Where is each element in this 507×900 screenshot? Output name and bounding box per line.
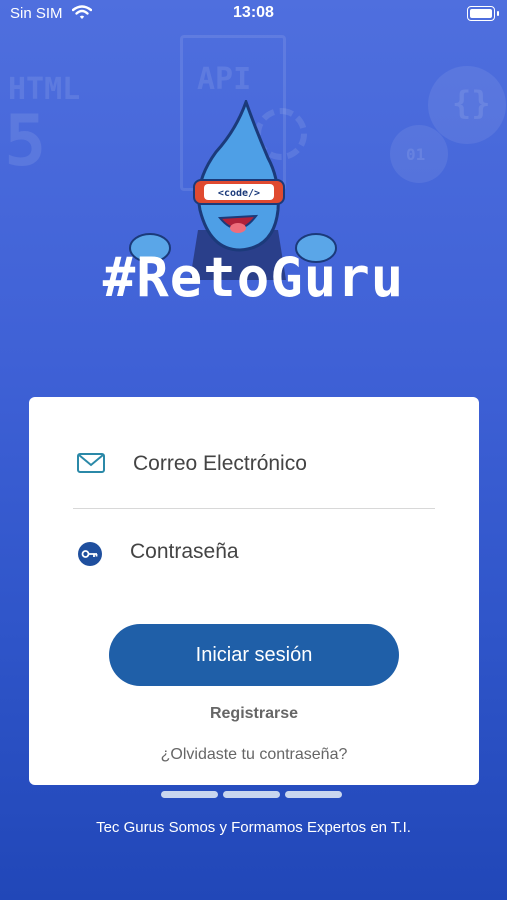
page-dot[interactable] (223, 791, 280, 798)
login-card: Correo Electrónico Contraseña Iniciar se… (29, 397, 479, 785)
field-divider (73, 508, 435, 509)
background-api-text: API (197, 62, 252, 97)
status-time: 13:08 (233, 4, 274, 21)
page-dot[interactable] (285, 791, 342, 798)
password-field[interactable]: Contraseña (73, 523, 435, 583)
page-dot[interactable] (161, 791, 218, 798)
background-five-text: 5 (4, 100, 47, 182)
battery-icon (467, 6, 499, 21)
email-field[interactable]: Correo Electrónico (73, 435, 435, 495)
background-01-text: 01 (406, 145, 426, 164)
forgot-password-link[interactable]: ¿Olvidaste tu contraseña? (29, 746, 479, 764)
mascot-visor-text: <code/> (218, 188, 260, 199)
key-icon (77, 541, 103, 572)
mail-icon (77, 453, 105, 478)
password-placeholder: Contraseña (130, 540, 239, 563)
status-bar: Sin SIM 13:08 (0, 0, 507, 28)
background-braces-text: {} (452, 84, 491, 122)
register-link[interactable]: Registrarse (29, 705, 479, 723)
email-placeholder: Correo Electrónico (133, 452, 307, 475)
footer-tagline: Tec Gurus Somos y Formamos Expertos en T… (96, 819, 411, 836)
login-button[interactable]: Iniciar sesión (109, 624, 399, 686)
brand-title: #RetoGuru (102, 246, 405, 309)
